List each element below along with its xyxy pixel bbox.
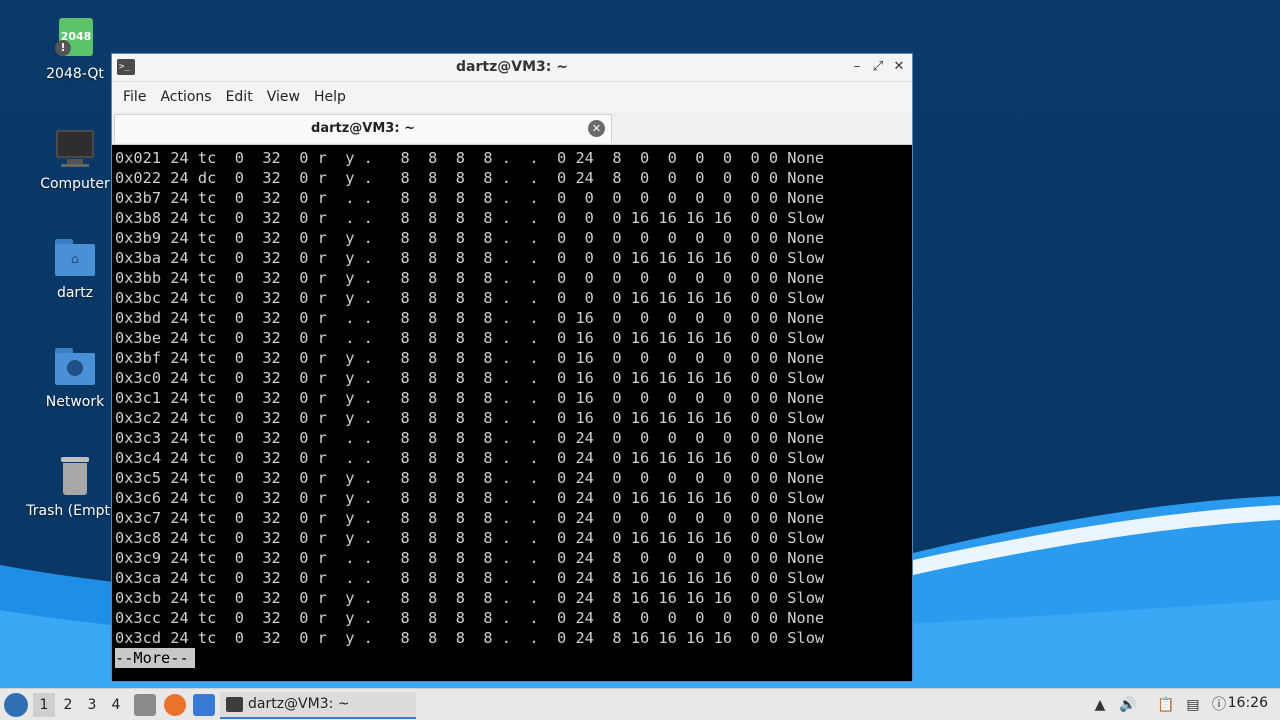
maximize-button[interactable]: ⤢	[869, 58, 887, 76]
terminal-output[interactable]: 0x021 24 tc 0 32 0 r y . 8 8 8 8 . . 0 2…	[112, 147, 912, 681]
desktop-icon-home[interactable]: ⌂ dartz	[25, 237, 125, 301]
terminal-line: 0x021 24 tc 0 32 0 r y . 8 8 8 8 . . 0 2…	[115, 149, 825, 167]
terminal-line: 0x3c4 24 tc 0 32 0 r . . 8 8 8 8 . . 0 2…	[115, 449, 825, 467]
volume-icon[interactable]: 🔊	[1118, 695, 1138, 715]
terminal-line: 0x3c9 24 tc 0 32 0 r . . 8 8 8 8 . . 0 2…	[115, 549, 825, 567]
terminal-tab[interactable]: dartz@VM3: ~ ✕	[114, 114, 612, 143]
close-button[interactable]: ✕	[890, 58, 908, 76]
window-titlebar[interactable]: >_ dartz@VM3: ~ – ⤢ ✕	[112, 54, 912, 82]
workspace-2[interactable]: 2	[57, 693, 79, 717]
start-menu-icon[interactable]	[4, 693, 28, 717]
computer-icon	[53, 128, 97, 172]
pager-more-prompt: --More--	[115, 648, 195, 668]
terminal-line: 0x3bc 24 tc 0 32 0 r y . 8 8 8 8 . . 0 0…	[115, 289, 825, 307]
tab-close-icon[interactable]: ✕	[588, 120, 605, 137]
update-icon[interactable]: ⓘ	[1209, 695, 1229, 715]
terminal-line: 0x3be 24 tc 0 32 0 r . . 8 8 8 8 . . 0 1…	[115, 329, 825, 347]
menu-view[interactable]: View	[260, 82, 307, 112]
desktop-icon-label: dartz	[56, 285, 94, 301]
menu-actions[interactable]: Actions	[153, 82, 218, 112]
desktop-icon-label: Network	[45, 394, 105, 410]
terminal-line: 0x3bd 24 tc 0 32 0 r . . 8 8 8 8 . . 0 1…	[115, 309, 825, 327]
pager-line: --More--	[115, 648, 912, 668]
workspace-3[interactable]: 3	[81, 693, 103, 717]
terminal-line: 0x3c3 24 tc 0 32 0 r . . 8 8 8 8 . . 0 2…	[115, 429, 825, 447]
workspace-1[interactable]: 1	[33, 693, 55, 717]
menu-edit[interactable]: Edit	[219, 82, 260, 112]
taskbar: 1 2 3 4 dartz@VM3: ~ ▲ 🔊 📋 ▤ ⓘ 16:26	[0, 688, 1280, 720]
warning-emblem-icon: !	[55, 40, 71, 56]
home-folder-icon: ⌂	[53, 237, 97, 281]
terminal-line: 0x3cd 24 tc 0 32 0 r y . 8 8 8 8 . . 0 2…	[115, 629, 825, 647]
minimize-button[interactable]: –	[848, 58, 866, 76]
menu-help[interactable]: Help	[307, 82, 353, 112]
desktop-icon-network[interactable]: Network	[25, 346, 125, 410]
terminal-line: 0x3b8 24 tc 0 32 0 r . . 8 8 8 8 . . 0 0…	[115, 209, 825, 227]
desktop-icon-2048[interactable]: 2048 ! 2048-Qt	[25, 18, 125, 82]
taskbar-task-label: dartz@VM3: ~	[248, 696, 350, 712]
trash-icon	[53, 455, 97, 499]
terminal-line: 0x3cb 24 tc 0 32 0 r y . 8 8 8 8 . . 0 2…	[115, 589, 825, 607]
menu-bar: File Actions Edit View Help	[112, 82, 912, 112]
network-icon[interactable]: ▤	[1183, 695, 1203, 715]
desktop-icon-label: Trash (Empty)	[26, 503, 124, 519]
desktop-icon-label: Computer	[40, 176, 110, 192]
terminal-line: 0x3c7 24 tc 0 32 0 r y . 8 8 8 8 . . 0 2…	[115, 509, 825, 527]
terminal-line: 0x3ca 24 tc 0 32 0 r . . 8 8 8 8 . . 0 2…	[115, 569, 825, 587]
terminal-line: 0x3c1 24 tc 0 32 0 r y . 8 8 8 8 . . 0 1…	[115, 389, 825, 407]
workspace-4[interactable]: 4	[105, 693, 127, 717]
desktop-icon[interactable]	[193, 694, 215, 716]
terminal-line: 0x3cc 24 tc 0 32 0 r y . 8 8 8 8 . . 0 2…	[115, 609, 825, 627]
terminal-line: 0x3bb 24 tc 0 32 0 r y . 8 8 8 8 . . 0 0…	[115, 269, 825, 287]
desktop-icon-trash[interactable]: Trash (Empty)	[25, 455, 125, 519]
file-manager-icon[interactable]	[134, 694, 156, 716]
terminal-line: 0x3c0 24 tc 0 32 0 r y . 8 8 8 8 . . 0 1…	[115, 369, 825, 387]
network-folder-icon	[53, 346, 97, 390]
terminal-line: 0x3c6 24 tc 0 32 0 r y . 8 8 8 8 . . 0 2…	[115, 489, 825, 507]
taskbar-terminal-task[interactable]: dartz@VM3: ~	[220, 692, 416, 719]
desktop-icon-computer[interactable]: Computer	[25, 128, 125, 192]
up-arrow-icon[interactable]: ▲	[1090, 695, 1110, 715]
menu-file[interactable]: File	[116, 82, 153, 112]
2048-game-icon: 2048 !	[53, 18, 97, 62]
terminal-window: >_ dartz@VM3: ~ – ⤢ ✕ File Actions Edit …	[111, 53, 913, 682]
terminal-line: 0x022 24 dc 0 32 0 r y . 8 8 8 8 . . 0 2…	[115, 169, 825, 187]
clipboard-icon[interactable]: 📋	[1156, 695, 1176, 715]
terminal-line: 0x3b7 24 tc 0 32 0 r . . 8 8 8 8 . . 0 0…	[115, 189, 825, 207]
terminal-icon	[226, 697, 243, 712]
terminal-line: 0x3c2 24 tc 0 32 0 r y . 8 8 8 8 . . 0 1…	[115, 409, 825, 427]
window-title: dartz@VM3: ~	[456, 59, 568, 75]
desktop-icon-label: 2048-Qt	[46, 66, 104, 82]
clock: 16:26	[1227, 695, 1268, 711]
tab-bar: dartz@VM3: ~ ✕	[112, 112, 912, 145]
terminal-line: 0x3c8 24 tc 0 32 0 r y . 8 8 8 8 . . 0 2…	[115, 529, 825, 547]
terminal-line: 0x3ba 24 tc 0 32 0 r y . 8 8 8 8 . . 0 0…	[115, 249, 825, 267]
terminal-line: 0x3c5 24 tc 0 32 0 r y . 8 8 8 8 . . 0 2…	[115, 469, 825, 487]
terminal-line: 0x3bf 24 tc 0 32 0 r y . 8 8 8 8 . . 0 1…	[115, 349, 825, 367]
firefox-icon[interactable]	[164, 694, 186, 716]
tab-title: dartz@VM3: ~	[311, 121, 415, 136]
terminal-line: 0x3b9 24 tc 0 32 0 r y . 8 8 8 8 . . 0 0…	[115, 229, 825, 247]
